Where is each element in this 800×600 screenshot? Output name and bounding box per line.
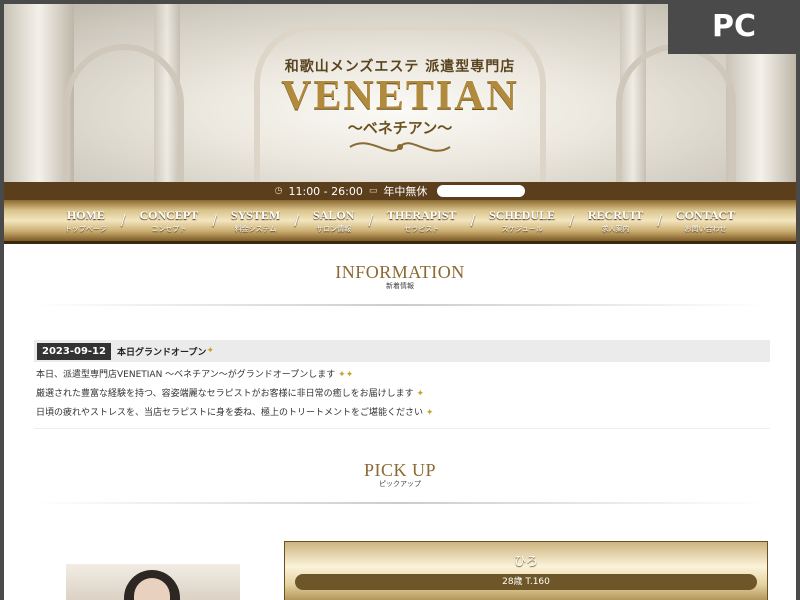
section-divider <box>34 502 766 504</box>
sparkle-icon: ✦✦ <box>338 370 354 380</box>
news-body: 本日、派遣型専門店VENETIAN ～ベネチアン～がグランドオープンします ✦✦… <box>36 366 766 423</box>
section-divider <box>34 304 766 306</box>
news-line: 本日、派遣型専門店VENETIAN ～ベネチアン～がグランドオープンします ✦✦ <box>36 370 354 380</box>
clock-icon: ◷ <box>274 186 283 196</box>
logo-title[interactable]: VENETIAN <box>4 72 796 120</box>
nav-therapist[interactable]: THERAPIST セラピスト <box>373 208 470 234</box>
nav-recruit[interactable]: RECRUIT 求人案内 <box>574 208 657 234</box>
ornament-icon <box>349 142 451 152</box>
news-line: 厳選された豊富な経験を持つ、容姿端麗なセラピストがお客様に非日常の癒しをお届けし… <box>36 389 425 399</box>
news-date: 2023-09-12 <box>37 342 111 360</box>
nav-schedule[interactable]: SCHEDULE スケジュール <box>475 208 569 234</box>
nav-salon[interactable]: SALON サロン情報 <box>299 208 368 234</box>
information-heading: INFORMATION 新着情報 <box>4 262 796 291</box>
nav-sublabel: 料金システム <box>234 224 277 233</box>
nav-sublabel: サロン情報 <box>316 224 352 233</box>
section-title: PICK UP <box>363 460 437 480</box>
nav-sublabel: お問い合わせ <box>684 224 727 233</box>
info-bar: ◷ 11:00 - 26:00 ▭ 年中無休 <box>4 182 796 200</box>
nav-label: CONCEPT <box>139 207 199 222</box>
section-subtitle: 新着情報 <box>386 282 414 290</box>
nav-label: THERAPIST <box>387 207 457 222</box>
nav-label: SYSTEM <box>230 207 281 222</box>
page: 和歌山メンズエステ 派遣型専門店 VENETIAN ～ベネチアン～ PC ◷ 1… <box>4 4 796 600</box>
calendar-icon: ▭ <box>368 186 378 196</box>
pc-badge: PC <box>668 4 796 54</box>
therapist-info: 28歳 T.160 <box>295 574 757 590</box>
nav-label: SCHEDULE <box>489 207 556 222</box>
section-title: INFORMATION <box>335 262 465 282</box>
pickup-heading: PICK UP ピックアップ <box>4 460 796 489</box>
nav-contact[interactable]: CONTACT お問い合わせ <box>662 208 749 234</box>
sparkle-icon: ✦ <box>416 389 425 399</box>
business-hours: 11:00 - 26:00 <box>288 184 363 198</box>
news-title: 本日グランドオープン <box>116 347 207 358</box>
nav-system[interactable]: SYSTEM 料金システム <box>217 208 294 234</box>
holiday-text: 年中無休 <box>383 185 428 198</box>
news-divider <box>34 428 770 429</box>
therapist-photo[interactable] <box>66 564 240 600</box>
nav-concept[interactable]: CONCEPT コンセプト <box>126 208 213 234</box>
main-nav: HOME トップページ / CONCEPT コンセプト / SYSTEM 料金シ… <box>4 200 796 244</box>
nav-sublabel: トップページ <box>64 224 107 233</box>
nav-label: CONTACT <box>675 207 736 222</box>
nav-label: RECRUIT <box>587 207 644 222</box>
therapist-name: ひろ <box>513 554 538 568</box>
nav-home[interactable]: HOME トップページ <box>51 208 121 234</box>
info-pill <box>437 185 526 197</box>
section-subtitle: ピックアップ <box>379 480 421 488</box>
nav-label: HOME <box>66 207 105 222</box>
nav-sublabel: スケジュール <box>501 224 543 233</box>
news-item[interactable]: 2023-09-12 本日グランドオープン ✦ <box>34 340 770 362</box>
therapist-card[interactable]: ひろ 28歳 T.160 <box>284 541 768 600</box>
nav-label: SALON <box>312 207 355 222</box>
nav-sublabel: 求人案内 <box>601 224 630 233</box>
sparkle-icon: ✦ <box>425 408 434 418</box>
nav-sublabel: セラピスト <box>404 224 440 233</box>
nav-sublabel: コンセプト <box>151 224 187 233</box>
sparkle-icon: ✦ <box>206 346 214 356</box>
news-line: 日頃の疲れやストレスを、当店セラピストに身を委ね、極上のトリートメントをご堪能く… <box>36 408 434 418</box>
